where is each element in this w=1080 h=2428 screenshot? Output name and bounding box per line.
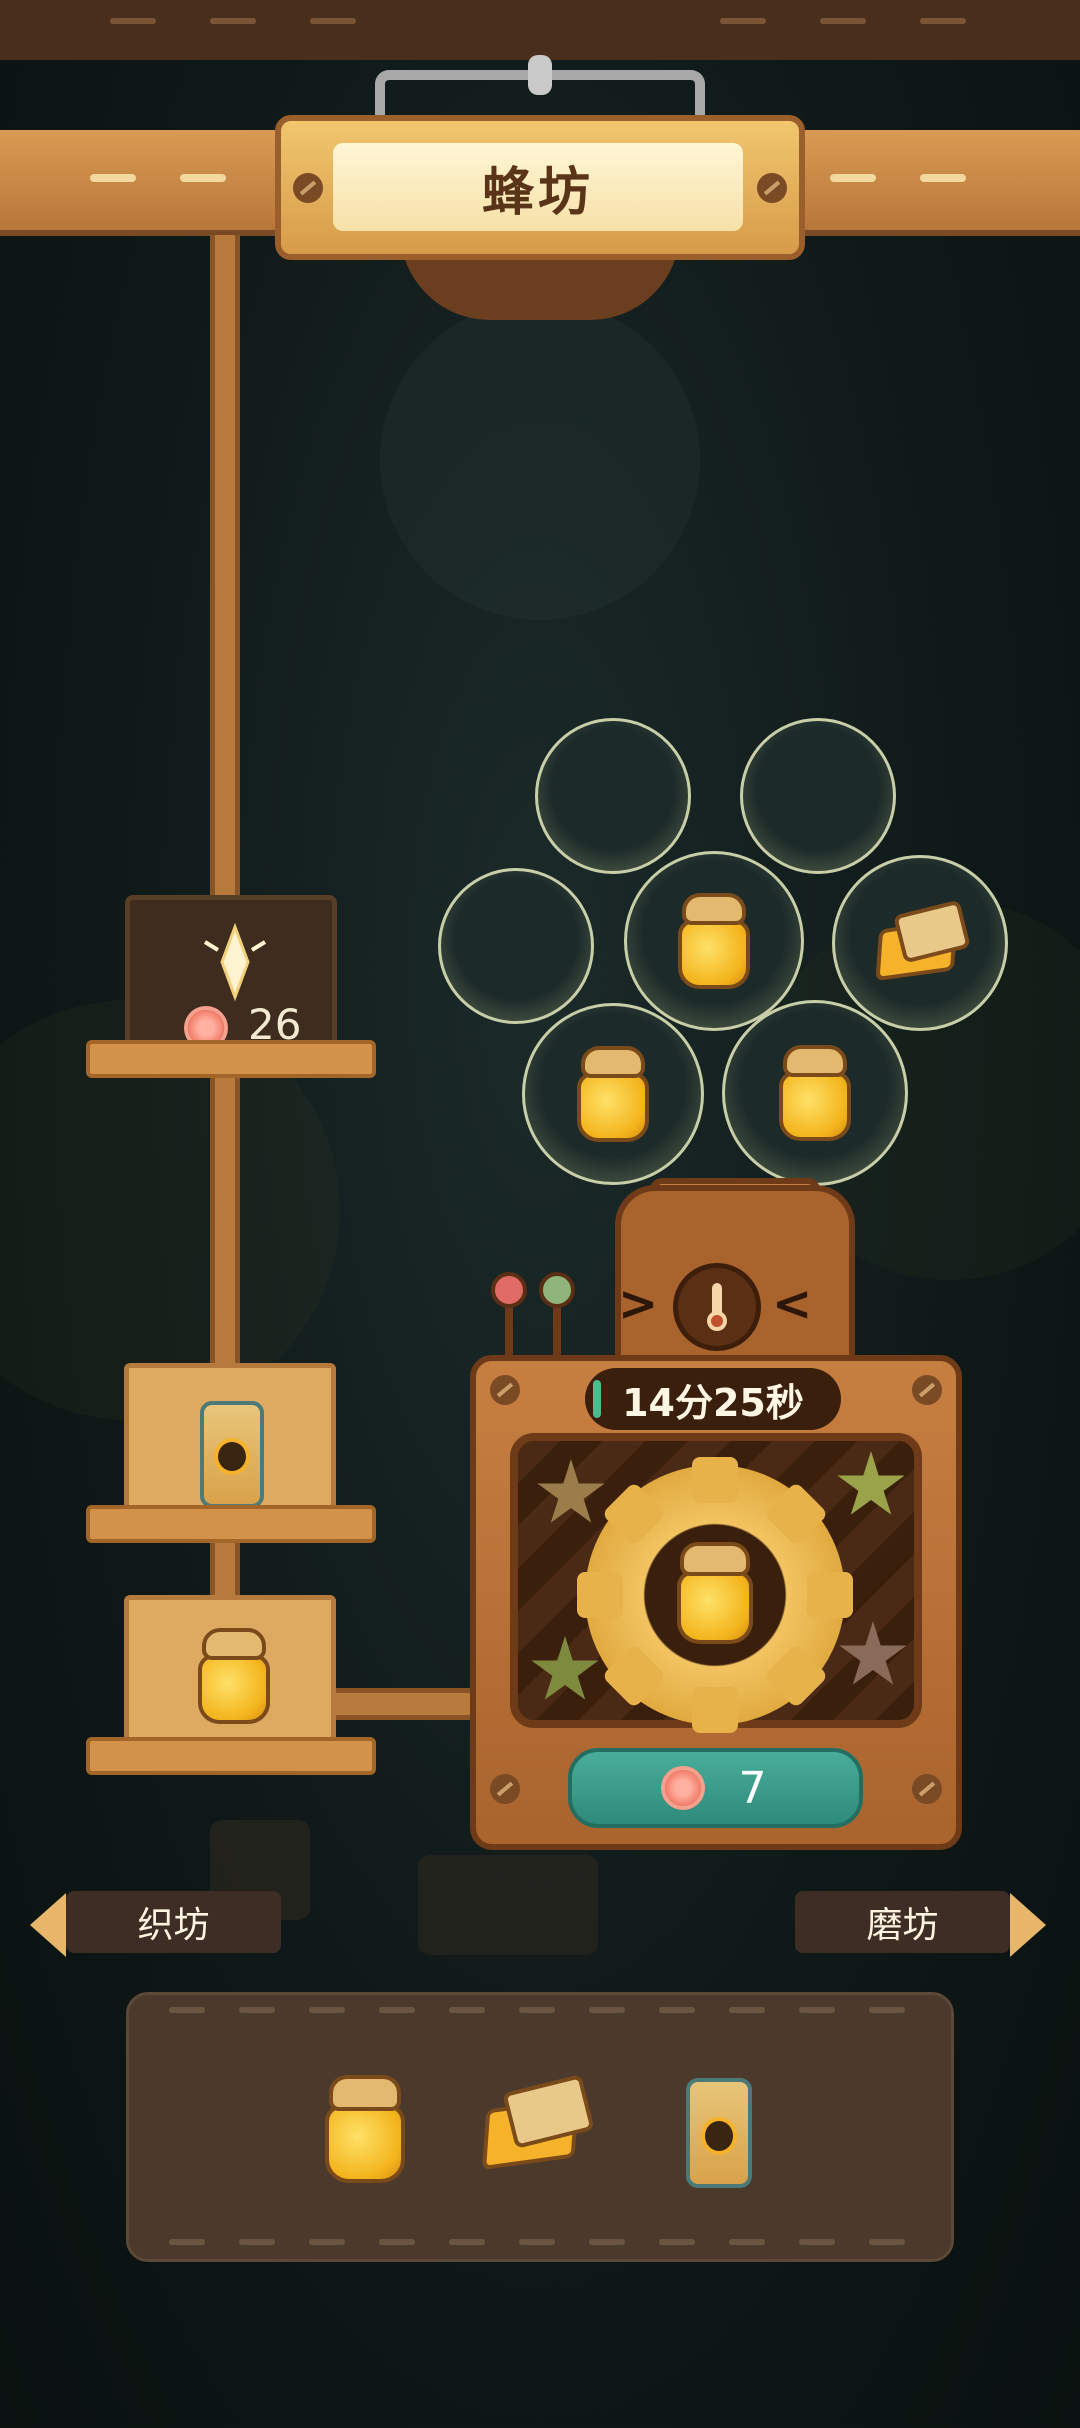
- page-title: 蜂坊: [333, 143, 743, 231]
- honey-jar-icon: [669, 891, 759, 991]
- arrow-left-icon[interactable]: [30, 1893, 66, 1957]
- screw-icon: [912, 1774, 942, 1804]
- bubble-slot-empty[interactable]: [740, 718, 896, 874]
- cost-value: 7: [738, 1762, 767, 1814]
- chevron-left-icon: <: [772, 1276, 813, 1332]
- bee-jar-icon[interactable]: [673, 2063, 765, 2191]
- queue-shelf-2: [86, 1737, 376, 1775]
- top-wood-banner: [0, 0, 1080, 60]
- background-tree-deco: [380, 300, 700, 620]
- resource-shelf: [86, 1040, 376, 1078]
- screw-icon: [912, 1375, 942, 1405]
- red-knob-icon[interactable]: [491, 1272, 527, 1308]
- nav-prev-workshop[interactable]: 织坊: [66, 1891, 281, 1953]
- horizontal-pipe: [335, 1688, 480, 1720]
- honeycomb-box-icon: [865, 896, 975, 991]
- chevron-right-icon: >: [618, 1276, 659, 1332]
- queue-item-bee-jar[interactable]: [124, 1363, 336, 1528]
- sparkle-crystal-icon: [203, 922, 267, 1002]
- bubble-slot-empty[interactable]: [438, 868, 594, 1024]
- honey-jar-icon: [770, 1043, 860, 1143]
- right-header-rail: [780, 130, 1080, 236]
- inventory-tray: [126, 1992, 954, 2262]
- queue-shelf-1: [86, 1505, 376, 1543]
- honey-jar-icon: [568, 1044, 658, 1144]
- screw-icon: [490, 1774, 520, 1804]
- hanger-knob: [528, 55, 552, 95]
- thermometer-icon: [673, 1263, 761, 1351]
- nav-next-workshop[interactable]: 磨坊: [795, 1891, 1010, 1953]
- queue-item-honey-jar[interactable]: [124, 1595, 336, 1760]
- green-knob-icon[interactable]: [539, 1272, 575, 1308]
- title-plate: 蜂坊: [275, 115, 805, 260]
- bubble-slot-empty[interactable]: [535, 718, 691, 874]
- screw-icon: [757, 173, 787, 203]
- left-header-rail: [0, 130, 300, 236]
- bubble-slot-honey-jar[interactable]: [722, 1000, 908, 1186]
- honey-jar-icon: [189, 1626, 279, 1726]
- ghost-slot: [418, 1855, 598, 1955]
- flower-token-icon: [664, 1770, 701, 1806]
- honey-jar-icon[interactable]: [315, 2073, 415, 2185]
- bubble-slot-honey-jar[interactable]: [522, 1003, 704, 1185]
- honey-jar-icon: [667, 1540, 763, 1646]
- bubble-slot-honeycomb-box[interactable]: [832, 855, 1008, 1031]
- honeycomb-box-icon[interactable]: [469, 2070, 599, 2180]
- gear-icon: [577, 1457, 853, 1733]
- production-timer: 14分25秒: [585, 1368, 841, 1430]
- screw-icon: [490, 1375, 520, 1405]
- arrow-right-icon[interactable]: [1010, 1893, 1046, 1957]
- bee-jar-icon: [187, 1386, 277, 1510]
- screw-icon: [293, 173, 323, 203]
- produce-button[interactable]: 7: [568, 1748, 863, 1828]
- bubble-slot-honey-jar[interactable]: [624, 851, 804, 1031]
